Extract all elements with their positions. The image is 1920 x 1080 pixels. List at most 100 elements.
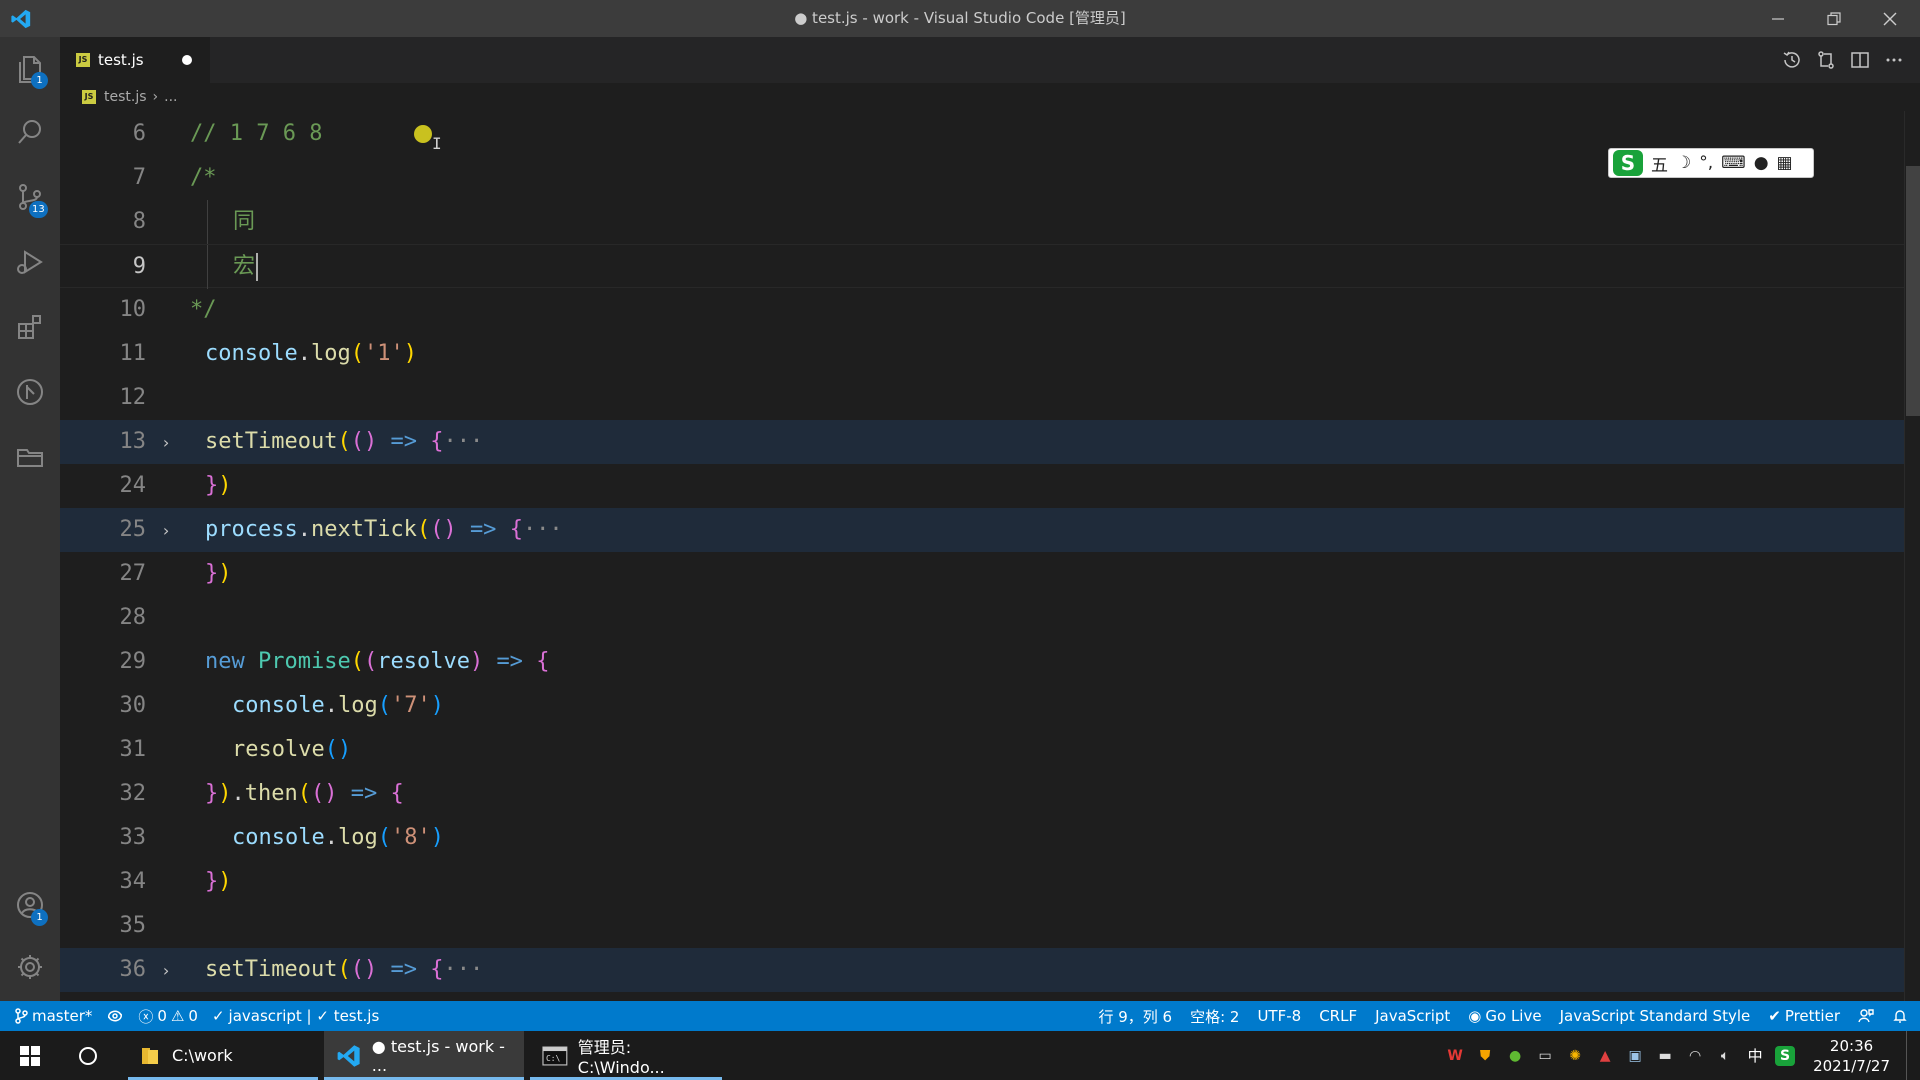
- code-line: 32 }).then(() => {: [60, 772, 1904, 816]
- start-button[interactable]: [8, 1031, 52, 1080]
- svg-text:C:\: C:\: [546, 1053, 561, 1062]
- timeline-button[interactable]: [1780, 48, 1804, 72]
- folder-icon: [142, 1047, 158, 1064]
- search-button[interactable]: [0, 103, 60, 161]
- wifi-icon[interactable]: ◠: [1685, 1046, 1705, 1066]
- language-mode[interactable]: JavaScript: [1375, 1007, 1450, 1025]
- folded-ellipsis[interactable]: ···: [523, 517, 563, 542]
- notifications-button[interactable]: [1892, 1008, 1908, 1024]
- taskbar-app-label: 管理员: C:\Windo...: [577, 1038, 665, 1077]
- line-number: 7: [132, 165, 146, 190]
- code-editor[interactable]: 6 // 1 7 6 8 7 /* 8 同 9 宏 10 */ 11 conso…: [60, 111, 1904, 1001]
- explorer-button[interactable]: 1: [0, 39, 60, 97]
- fold-expand-icon[interactable]: ›: [156, 508, 176, 552]
- minimize-button[interactable]: [1750, 0, 1806, 37]
- code-line: 31 resolve(): [60, 728, 1904, 772]
- cursor-position[interactable]: 行 9，列 6: [1098, 1006, 1172, 1027]
- code-line: 12: [60, 376, 1904, 420]
- eslint-status[interactable]: ✓ javascript | ✓ test.js: [212, 1007, 379, 1025]
- close-button[interactable]: [1862, 0, 1918, 37]
- user-icon[interactable]: ●: [1754, 153, 1769, 173]
- taskbar-app-cmd[interactable]: C:\ 管理员: C:\Windo...: [530, 1031, 722, 1080]
- git-graph-icon: [17, 379, 43, 405]
- line-number: 25: [119, 517, 147, 542]
- indent-guide: [207, 245, 208, 289]
- taskbar-app-explorer[interactable]: C:\work: [128, 1031, 318, 1080]
- js-standard-style-status[interactable]: JavaScript Standard Style: [1560, 1007, 1751, 1025]
- problems-status[interactable]: ⓧ 0 ⚠ 0: [138, 1006, 198, 1027]
- wps-icon[interactable]: W: [1445, 1046, 1465, 1066]
- more-actions-button[interactable]: [1882, 48, 1906, 72]
- sun-tray-icon[interactable]: ✺: [1565, 1046, 1585, 1066]
- security-shield-icon[interactable]: ⛊: [1475, 1046, 1495, 1066]
- line-number: 10: [119, 297, 147, 322]
- code-line-folded: 13 › setTimeout(() => {···: [60, 420, 1904, 464]
- encoding-status[interactable]: UTF-8: [1257, 1007, 1301, 1025]
- git-graph-button[interactable]: [0, 363, 60, 421]
- comment-open: /*: [190, 165, 217, 190]
- grid-menu-icon[interactable]: ▦: [1777, 153, 1793, 173]
- folder-button[interactable]: [0, 428, 60, 486]
- moon-icon[interactable]: ☽: [1676, 153, 1691, 173]
- breadcrumb-file[interactable]: test.js: [104, 89, 147, 105]
- feedback-button[interactable]: [1858, 1008, 1874, 1024]
- clock-date: 2021/7/27: [1813, 1056, 1890, 1075]
- clock-time: 20:36: [1829, 1036, 1874, 1055]
- code-line: 10 */: [60, 288, 1904, 332]
- split-editor-button[interactable]: [1848, 48, 1872, 72]
- close-icon: [1883, 12, 1897, 25]
- extensions-icon: [18, 315, 41, 339]
- feedback-icon: [1858, 1009, 1874, 1023]
- network-tray-icon[interactable]: ▣: [1625, 1046, 1645, 1066]
- tab-test-js[interactable]: JS test.js: [60, 37, 210, 83]
- browser-tray-icon[interactable]: ●: [1505, 1046, 1525, 1066]
- line-number: 9: [132, 254, 146, 279]
- accounts-button[interactable]: 1: [0, 876, 60, 934]
- code-line: 34 }): [60, 860, 1904, 904]
- taskbar-app-vscode[interactable]: ● test.js - work - ...: [324, 1031, 524, 1080]
- code-line: 27 }): [60, 552, 1904, 596]
- eol-status[interactable]: CRLF: [1319, 1007, 1357, 1025]
- triangle-tray-icon[interactable]: ▲: [1595, 1046, 1615, 1066]
- indentation-status[interactable]: 空格: 2: [1190, 1006, 1239, 1027]
- split-editor-icon: [1851, 52, 1869, 68]
- branch-status[interactable]: master*: [14, 1007, 92, 1025]
- go-live-button[interactable]: ◉ Go Live: [1468, 1007, 1541, 1025]
- prettier-status[interactable]: ✔ Prettier: [1768, 1007, 1840, 1025]
- fold-expand-icon[interactable]: ›: [156, 948, 176, 992]
- vertical-scrollbar[interactable]: [1904, 111, 1920, 1001]
- volume-icon[interactable]: 🔈︎: [1715, 1046, 1735, 1066]
- restore-button[interactable]: [1806, 0, 1862, 37]
- message-icon[interactable]: ▭: [1535, 1046, 1555, 1066]
- open-changes-button[interactable]: [1814, 48, 1838, 72]
- unsaved-dot-icon[interactable]: [182, 55, 192, 65]
- ime-indicator[interactable]: 中: [1745, 1046, 1765, 1066]
- fold-expand-icon[interactable]: ›: [156, 420, 176, 464]
- ime-mode[interactable]: 五: [1651, 151, 1668, 176]
- scrollbar-thumb[interactable]: [1906, 166, 1920, 416]
- settings-button[interactable]: [0, 938, 60, 996]
- clock[interactable]: 20:36 2021/7/27: [1813, 1036, 1890, 1076]
- folded-ellipsis[interactable]: ···: [443, 429, 483, 454]
- battery-icon[interactable]: ▬: [1655, 1046, 1675, 1066]
- editor-tabs: JS test.js: [60, 37, 1920, 83]
- sync-status[interactable]: [106, 1009, 124, 1023]
- minimize-icon: [1772, 17, 1784, 20]
- cortana-button[interactable]: [66, 1031, 110, 1080]
- keyboard-icon[interactable]: ⌨: [1721, 153, 1746, 173]
- activity-bar: 1 13 1: [0, 37, 60, 1001]
- code-line-current: 9 宏: [60, 244, 1904, 289]
- folded-ellipsis[interactable]: ···: [443, 957, 483, 982]
- sogou-tray-icon[interactable]: S: [1775, 1045, 1796, 1066]
- sync-icon: [108, 1010, 123, 1022]
- run-debug-button[interactable]: [0, 233, 60, 291]
- ime-toolbar[interactable]: S 五 ☽ °, ⌨ ● ▦: [1608, 148, 1814, 178]
- source-control-button[interactable]: 13: [0, 168, 60, 226]
- show-desktop-button[interactable]: [1906, 1031, 1910, 1080]
- extensions-button[interactable]: [0, 298, 60, 356]
- breadcrumb-symbols[interactable]: ...: [164, 89, 177, 105]
- punctuation-icon[interactable]: °,: [1699, 153, 1713, 173]
- sogou-logo-icon[interactable]: S: [1613, 150, 1643, 176]
- line-number: 27: [119, 561, 147, 586]
- error-count: 0: [157, 1007, 167, 1025]
